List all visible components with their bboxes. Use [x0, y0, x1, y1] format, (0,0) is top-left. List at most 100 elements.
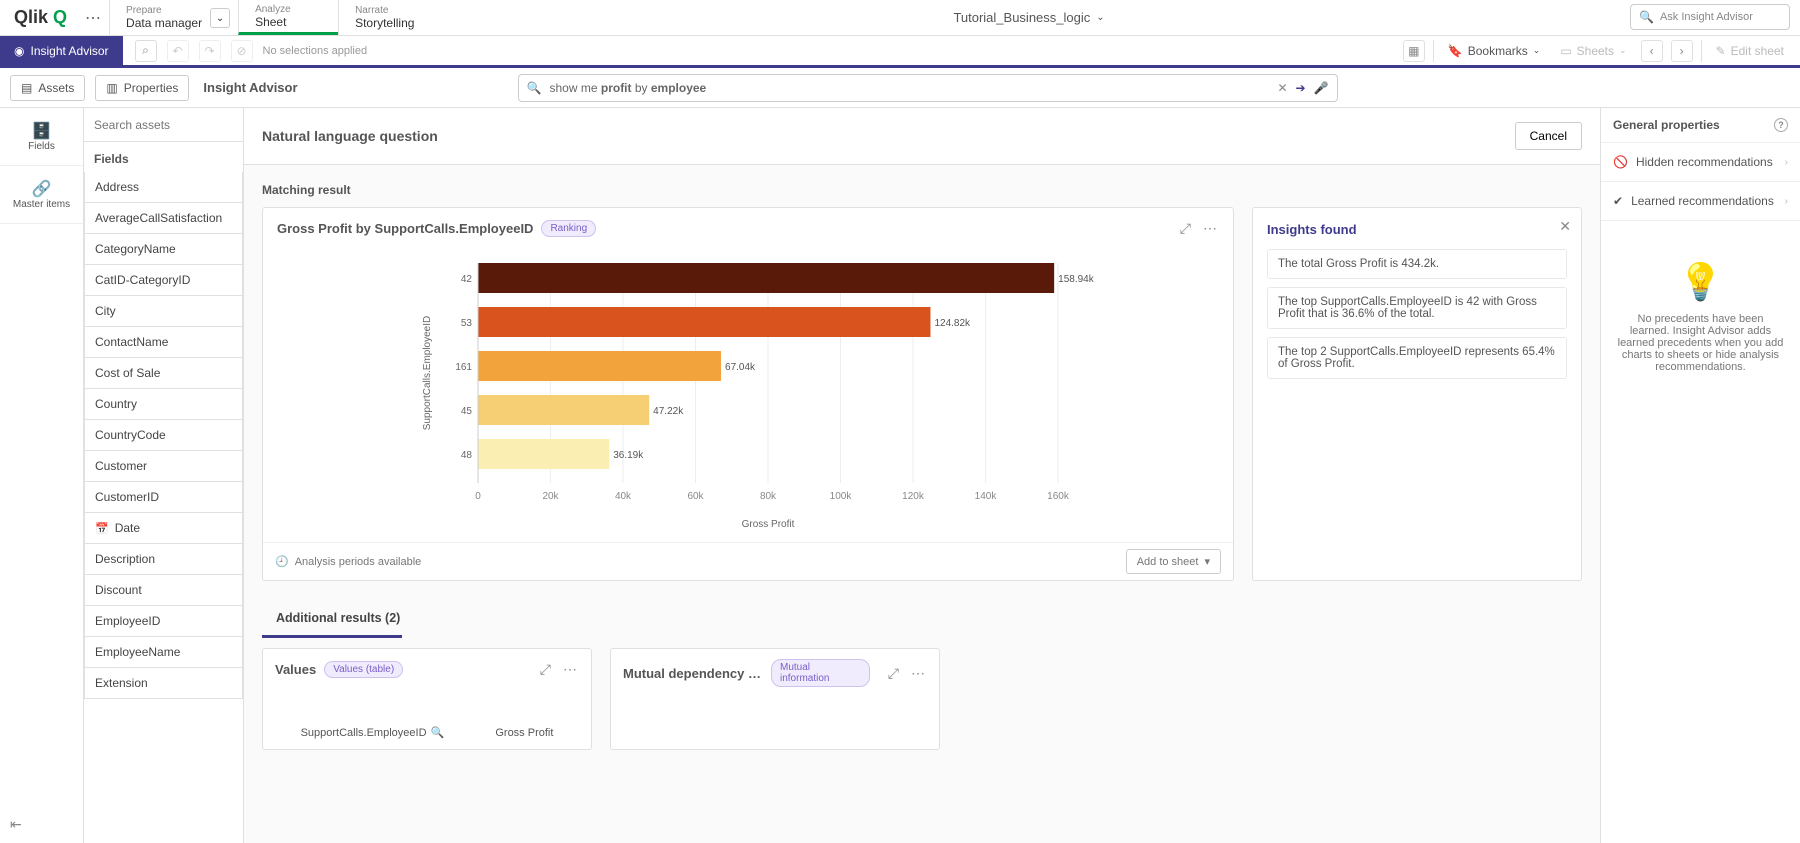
- additional-results-tab[interactable]: Additional results (2): [262, 603, 402, 638]
- expand-button[interactable]: ⤢: [538, 659, 553, 680]
- chevron-down-icon: ⌄: [1096, 12, 1104, 23]
- nav-tab-narrate[interactable]: Narrate Storytelling: [338, 0, 438, 35]
- sheets-dropdown[interactable]: ▭ Sheets ⌄: [1554, 44, 1632, 58]
- rail-master-items[interactable]: 🔗 Master items: [0, 166, 83, 224]
- properties-button[interactable]: ▥ Properties: [95, 75, 189, 101]
- bar-chart[interactable]: 020k40k60k80k100k120k140k160kGross Profi…: [275, 253, 1221, 533]
- nav-data-manager-label: Data manager: [126, 16, 202, 30]
- smart-search-button[interactable]: ⌕: [135, 40, 157, 62]
- close-insights-button[interactable]: ✕: [1559, 218, 1571, 235]
- nlq-heading: Natural language question: [262, 128, 438, 144]
- field-item[interactable]: Extension: [84, 668, 243, 699]
- card-menu-button[interactable]: ⋯: [561, 659, 579, 680]
- expand-chart-button[interactable]: ⤢: [1178, 218, 1193, 239]
- app-title[interactable]: Tutorial_Business_logic ⌄: [438, 0, 1620, 35]
- clear-icon: ⊘: [237, 44, 247, 58]
- ask-question-input[interactable]: 🔍 show me profit by employee ✕ ➔ 🎤: [518, 74, 1338, 102]
- svg-text:40k: 40k: [615, 491, 632, 502]
- mutual-card-badge: Mutual information: [771, 659, 870, 687]
- separator: [1433, 40, 1434, 62]
- ask-question-text: show me profit by employee: [550, 81, 1270, 95]
- properties-label: Properties: [124, 81, 179, 95]
- clear-question-button[interactable]: ✕: [1277, 81, 1287, 95]
- bookmark-icon: 🔖: [1448, 44, 1463, 58]
- app-menu-button[interactable]: ⋯: [77, 0, 109, 35]
- edit-sheet-button[interactable]: ✎ Edit sheet: [1710, 44, 1790, 58]
- field-item[interactable]: Country: [84, 389, 243, 420]
- insight-advisor-button[interactable]: ◉ Insight Advisor: [0, 36, 123, 65]
- submit-question-button[interactable]: ➔: [1296, 81, 1306, 95]
- chart-menu-button[interactable]: ⋯: [1201, 218, 1219, 239]
- insights-card: ✕ Insights found The total Gross Profit …: [1252, 207, 1582, 581]
- separator: [1701, 40, 1702, 62]
- arrow-right-icon: ➔: [1296, 81, 1306, 95]
- field-item[interactable]: City: [84, 296, 243, 327]
- field-item[interactable]: CatID-CategoryID: [84, 265, 243, 296]
- svg-text:47.22k: 47.22k: [653, 406, 684, 417]
- more-icon: ⋯: [1203, 220, 1217, 236]
- svg-text:48: 48: [461, 450, 473, 461]
- chevron-down-icon[interactable]: ⌄: [210, 8, 230, 28]
- clear-selections-button[interactable]: ⊘: [231, 40, 253, 62]
- svg-text:45: 45: [461, 406, 473, 417]
- field-item[interactable]: CustomerID: [84, 482, 243, 513]
- nav-tab-prepare[interactable]: Prepare Data manager ⌄: [109, 0, 238, 35]
- svg-text:42: 42: [461, 274, 473, 285]
- selections-tool-button[interactable]: ▦: [1403, 40, 1425, 62]
- chevron-right-icon: ›: [1680, 44, 1684, 58]
- field-item[interactable]: CategoryName: [84, 234, 243, 265]
- more-icon: ⋯: [911, 665, 925, 681]
- field-item[interactable]: Description: [84, 544, 243, 575]
- collapse-rail-button[interactable]: ⇤: [0, 806, 83, 843]
- bookmarks-dropdown[interactable]: 🔖 Bookmarks ⌄: [1442, 44, 1547, 58]
- global-search-input[interactable]: 🔍 Ask Insight Advisor: [1630, 4, 1790, 30]
- voice-input-button[interactable]: 🎤: [1314, 81, 1329, 95]
- nav-tab-analyze[interactable]: Analyze Sheet: [238, 0, 338, 35]
- card-menu-button[interactable]: ⋯: [909, 663, 927, 684]
- field-item[interactable]: Cost of Sale: [84, 358, 243, 389]
- svg-text:SupportCalls.EmployeeID: SupportCalls.EmployeeID: [422, 316, 433, 431]
- step-back-button[interactable]: ↶: [167, 40, 189, 62]
- insight-advisor-label: Insight Advisor: [30, 44, 108, 58]
- rail-fields[interactable]: 🗄️ Fields: [0, 108, 83, 166]
- next-sheet-button[interactable]: ›: [1671, 40, 1693, 62]
- general-properties-header: General properties ?: [1601, 108, 1800, 143]
- hidden-recommendations-item[interactable]: 🚫 Hidden recommendations ›: [1601, 143, 1800, 182]
- nav-storytelling-label: Storytelling: [355, 16, 422, 30]
- pencil-icon: ✎: [1716, 44, 1726, 58]
- svg-text:53: 53: [461, 318, 473, 329]
- learned-recommendations-item[interactable]: ✔ Learned recommendations ›: [1601, 182, 1800, 221]
- help-button[interactable]: ?: [1774, 118, 1788, 132]
- field-item[interactable]: CountryCode: [84, 420, 243, 451]
- lightbulb-icon: 💡: [1678, 261, 1723, 303]
- insights-title: Insights found: [1267, 222, 1567, 237]
- field-item[interactable]: Address: [84, 172, 243, 203]
- clock-icon: 🕘: [275, 555, 289, 568]
- field-item[interactable]: Discount: [84, 575, 243, 606]
- prev-sheet-button[interactable]: ‹: [1641, 40, 1663, 62]
- svg-text:36.19k: 36.19k: [613, 450, 644, 461]
- qlik-logo: Qlik Q: [0, 0, 77, 35]
- field-item[interactable]: AverageCallSatisfaction: [84, 203, 243, 234]
- assets-button[interactable]: ▤ Assets: [10, 75, 85, 101]
- field-item[interactable]: Date: [84, 513, 243, 544]
- search-assets-input[interactable]: [84, 108, 243, 142]
- close-icon: ✕: [1559, 218, 1571, 234]
- chevron-right-icon: ›: [1785, 196, 1788, 207]
- link-icon: 🔗: [32, 179, 52, 199]
- qlik-mark-icon: Q: [48, 7, 67, 28]
- expand-button[interactable]: ⤢: [886, 663, 901, 684]
- field-item[interactable]: ContactName: [84, 327, 243, 358]
- field-item[interactable]: EmployeeName: [84, 637, 243, 668]
- field-item[interactable]: EmployeeID: [84, 606, 243, 637]
- sheet-icon: ▭: [1560, 44, 1571, 58]
- svg-text:161: 161: [455, 362, 472, 373]
- assets-icon: ▤: [21, 81, 32, 95]
- close-icon: ✕: [1277, 81, 1287, 95]
- chart-title: Gross Profit by SupportCalls.EmployeeID: [277, 221, 533, 236]
- cancel-button[interactable]: Cancel: [1515, 122, 1582, 150]
- svg-text:124.82k: 124.82k: [934, 318, 971, 329]
- field-item[interactable]: Customer: [84, 451, 243, 482]
- add-to-sheet-button[interactable]: Add to sheet ▾: [1126, 549, 1221, 574]
- step-forward-button[interactable]: ↷: [199, 40, 221, 62]
